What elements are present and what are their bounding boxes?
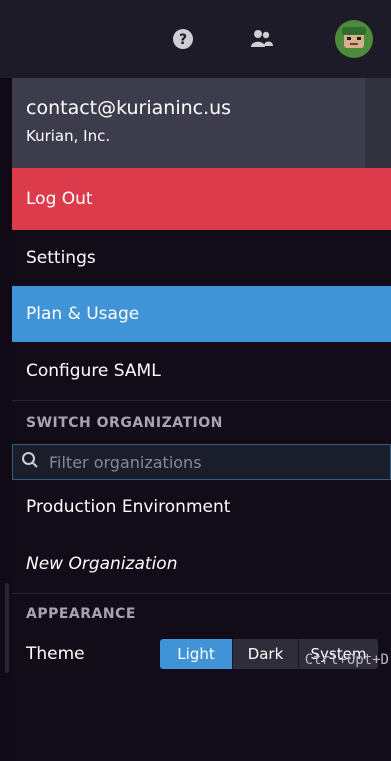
theme-label: Theme	[26, 644, 85, 664]
account-header: contact@kurianinc.us Kurian, Inc.	[12, 78, 391, 168]
appearance-header: APPEARANCE	[26, 606, 136, 622]
account-organization: Kurian, Inc.	[26, 127, 111, 145]
settings-item[interactable]: Settings	[12, 230, 391, 286]
switch-organization-header: SWITCH ORGANIZATION	[12, 400, 391, 444]
theme-dark-button[interactable]: Dark	[232, 639, 298, 669]
account-header-edge	[365, 78, 391, 168]
filter-organizations-input[interactable]	[47, 451, 371, 473]
rail-marker	[5, 583, 9, 673]
plan-usage-item[interactable]: Plan & Usage	[12, 286, 391, 342]
account-email: contact@kurianinc.us	[26, 97, 232, 119]
svg-text:?: ?	[179, 32, 187, 48]
logout-button[interactable]: Log Out	[12, 168, 391, 230]
filter-organizations-box[interactable]	[12, 444, 391, 480]
search-icon	[21, 451, 39, 473]
theme-light-button[interactable]: Light	[160, 639, 232, 669]
configure-saml-item[interactable]: Configure SAML	[12, 342, 391, 400]
left-rail	[0, 78, 12, 761]
app-window: ? contact@kurianinc.us Kurian, Inc. Log …	[0, 0, 391, 761]
help-icon[interactable]: ?	[166, 22, 200, 56]
new-organization-item[interactable]: New Organization	[12, 534, 391, 594]
users-icon[interactable]	[245, 22, 279, 56]
top-bar: ?	[0, 0, 391, 78]
org-item-production[interactable]: Production Environment	[12, 480, 391, 534]
avatar[interactable]	[334, 19, 374, 59]
theme-shortcut-hint: Ctrl+Opt+D	[304, 652, 389, 668]
